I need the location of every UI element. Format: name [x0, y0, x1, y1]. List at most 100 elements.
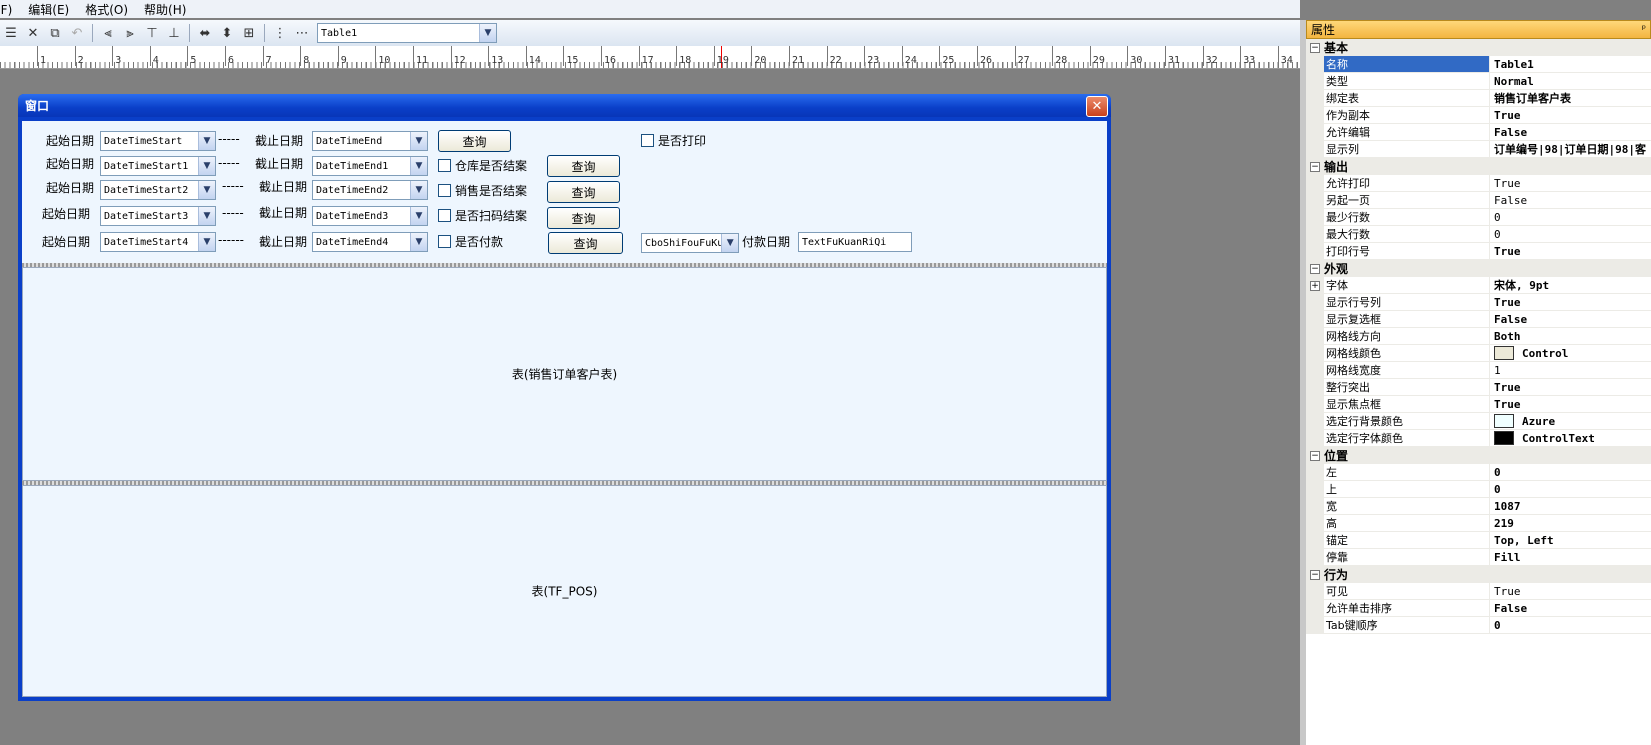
property-row[interactable]: + 字体 宋体, 9pt: [1306, 277, 1651, 294]
chevron-down-icon[interactable]: ▼: [410, 181, 427, 199]
property-row[interactable]: 另起一页 False: [1306, 192, 1651, 209]
chevron-down-icon[interactable]: ▼: [198, 132, 215, 150]
align-bottom-icon[interactable]: ⊥: [164, 23, 184, 43]
property-value[interactable]: Top, Left: [1490, 532, 1651, 549]
property-row[interactable]: 显示列 订单编号|98|订单日期|98|客: [1306, 141, 1651, 158]
horizontal-spacing-icon[interactable]: ⋯: [292, 23, 312, 43]
property-category[interactable]: − 基本: [1306, 39, 1651, 56]
undo-icon[interactable]: ↶: [67, 23, 87, 43]
property-value[interactable]: 1087: [1490, 498, 1651, 515]
property-value[interactable]: 0: [1490, 464, 1651, 481]
property-row[interactable]: 显示焦点框 True: [1306, 396, 1651, 413]
delete-icon[interactable]: ✕: [23, 23, 43, 43]
sales-order-customer-table[interactable]: 表(销售订单客户表): [22, 267, 1107, 481]
property-row[interactable]: 显示复选框 False: [1306, 311, 1651, 328]
property-value[interactable]: True: [1490, 396, 1651, 413]
property-row[interactable]: 允许打印 True: [1306, 175, 1651, 192]
query-button[interactable]: 查询: [548, 232, 623, 254]
property-row[interactable]: 选定行字体颜色 ControlText: [1306, 430, 1651, 447]
property-value[interactable]: False: [1490, 192, 1651, 209]
property-row[interactable]: 显示行号列 True: [1306, 294, 1651, 311]
property-row[interactable]: 最大行数 0: [1306, 226, 1651, 243]
property-row[interactable]: 名称 Table1: [1306, 56, 1651, 73]
property-row[interactable]: 高 219: [1306, 515, 1651, 532]
table-select[interactable]: Table1 ▼: [317, 23, 497, 43]
query-button[interactable]: 查询: [438, 130, 511, 152]
tf-pos-table[interactable]: 表(TF_POS): [22, 485, 1107, 697]
property-row[interactable]: 网格线方向 Both: [1306, 328, 1651, 345]
property-value[interactable]: 1: [1490, 362, 1651, 379]
property-value[interactable]: 订单编号|98|订单日期|98|客: [1490, 141, 1651, 158]
collapse-icon[interactable]: −: [1310, 450, 1320, 461]
property-row[interactable]: 网格线颜色 Control: [1306, 345, 1651, 362]
date-start-combo[interactable]: DateTimeStart4 ▼: [100, 232, 216, 252]
property-row[interactable]: 宽 1087: [1306, 498, 1651, 515]
collapse-icon[interactable]: −: [1310, 569, 1320, 580]
same-height-icon[interactable]: ⬍: [217, 23, 237, 43]
property-row[interactable]: 允许单击排序 False: [1306, 600, 1651, 617]
menu-edit[interactable]: 编辑(E): [28, 1, 69, 18]
property-value[interactable]: True: [1490, 175, 1651, 192]
property-row[interactable]: 上0: [1306, 481, 1651, 498]
property-row[interactable]: 可见 True: [1306, 583, 1651, 600]
date-end-combo[interactable]: DateTimeEnd4 ▼: [312, 232, 428, 252]
property-category[interactable]: − 位置: [1306, 447, 1651, 464]
chevron-down-icon[interactable]: ▼: [198, 157, 215, 175]
property-row[interactable]: Tab键顺序 0: [1306, 617, 1651, 634]
property-value[interactable]: False: [1490, 600, 1651, 617]
collapse-icon[interactable]: −: [1310, 161, 1320, 172]
chevron-down-icon[interactable]: ▼: [410, 233, 427, 251]
chevron-down-icon[interactable]: ▼: [410, 207, 427, 225]
property-value[interactable]: True: [1490, 243, 1651, 260]
property-row[interactable]: 选定行背景颜色 Azure: [1306, 413, 1651, 430]
date-end-combo[interactable]: DateTimeEnd ▼: [312, 131, 428, 151]
align-top-icon[interactable]: ⊤: [142, 23, 162, 43]
property-row[interactable]: 允许编辑 False: [1306, 124, 1651, 141]
date-start-combo[interactable]: DateTimeStart1 ▼: [100, 156, 216, 176]
pin-icon[interactable]: ᵖ: [1642, 24, 1646, 35]
chevron-down-icon[interactable]: ▼: [479, 24, 496, 42]
menu-help[interactable]: 帮助(H): [144, 1, 186, 18]
chevron-down-icon[interactable]: ▼: [410, 157, 427, 175]
collapse-icon[interactable]: −: [1310, 42, 1320, 53]
scan-closed-checkbox[interactable]: 是否扫码结案: [438, 207, 527, 224]
property-value[interactable]: True: [1490, 294, 1651, 311]
property-value[interactable]: False: [1490, 124, 1651, 141]
property-row[interactable]: 左0: [1306, 464, 1651, 481]
checkbox-box[interactable]: [438, 184, 451, 197]
vertical-spacing-icon[interactable]: ⋮: [270, 23, 290, 43]
property-value[interactable]: Normal: [1490, 73, 1651, 90]
property-category[interactable]: − 行为: [1306, 566, 1651, 583]
checkbox-box[interactable]: [438, 159, 451, 172]
property-value[interactable]: 销售订单客户表: [1490, 90, 1651, 107]
chevron-down-icon[interactable]: ▼: [410, 132, 427, 150]
align-left-icon[interactable]: ⫷: [98, 23, 118, 43]
expand-icon[interactable]: +: [1310, 280, 1320, 291]
print-checkbox[interactable]: 是否打印: [641, 132, 706, 149]
property-category[interactable]: − 输出: [1306, 158, 1651, 175]
query-button[interactable]: 查询: [547, 207, 620, 229]
checkbox-box[interactable]: [641, 134, 654, 147]
date-start-combo[interactable]: DateTimeStart2 ▼: [100, 180, 216, 200]
property-value[interactable]: Control: [1490, 345, 1651, 362]
checkbox-box[interactable]: [438, 235, 451, 248]
property-value[interactable]: 0: [1490, 226, 1651, 243]
property-row[interactable]: 最少行数 0: [1306, 209, 1651, 226]
payment-date-field[interactable]: TextFuKuanRiQi: [798, 232, 912, 252]
property-value[interactable]: Azure: [1490, 413, 1651, 430]
property-row[interactable]: 作为副本 True: [1306, 107, 1651, 124]
property-row[interactable]: 整行突出 True: [1306, 379, 1651, 396]
property-value[interactable]: ControlText: [1490, 430, 1651, 447]
property-value[interactable]: Table1: [1490, 56, 1651, 73]
property-row[interactable]: 类型 Normal: [1306, 73, 1651, 90]
design-window[interactable]: 窗口 ✕ 起始日期 DateTimeStart ▼ ----- 截止日期 Date…: [18, 94, 1111, 701]
copy-format-icon[interactable]: ⧉: [45, 23, 65, 43]
property-value[interactable]: 0: [1490, 617, 1651, 634]
chevron-down-icon[interactable]: ▼: [198, 181, 215, 199]
property-category[interactable]: − 外观: [1306, 260, 1651, 277]
paid-checkbox[interactable]: 是否付款: [438, 233, 503, 250]
chevron-down-icon[interactable]: ▼: [198, 233, 215, 251]
same-width-icon[interactable]: ⬌: [195, 23, 215, 43]
date-end-combo[interactable]: DateTimeEnd3 ▼: [312, 206, 428, 226]
date-end-combo[interactable]: DateTimeEnd1 ▼: [312, 156, 428, 176]
